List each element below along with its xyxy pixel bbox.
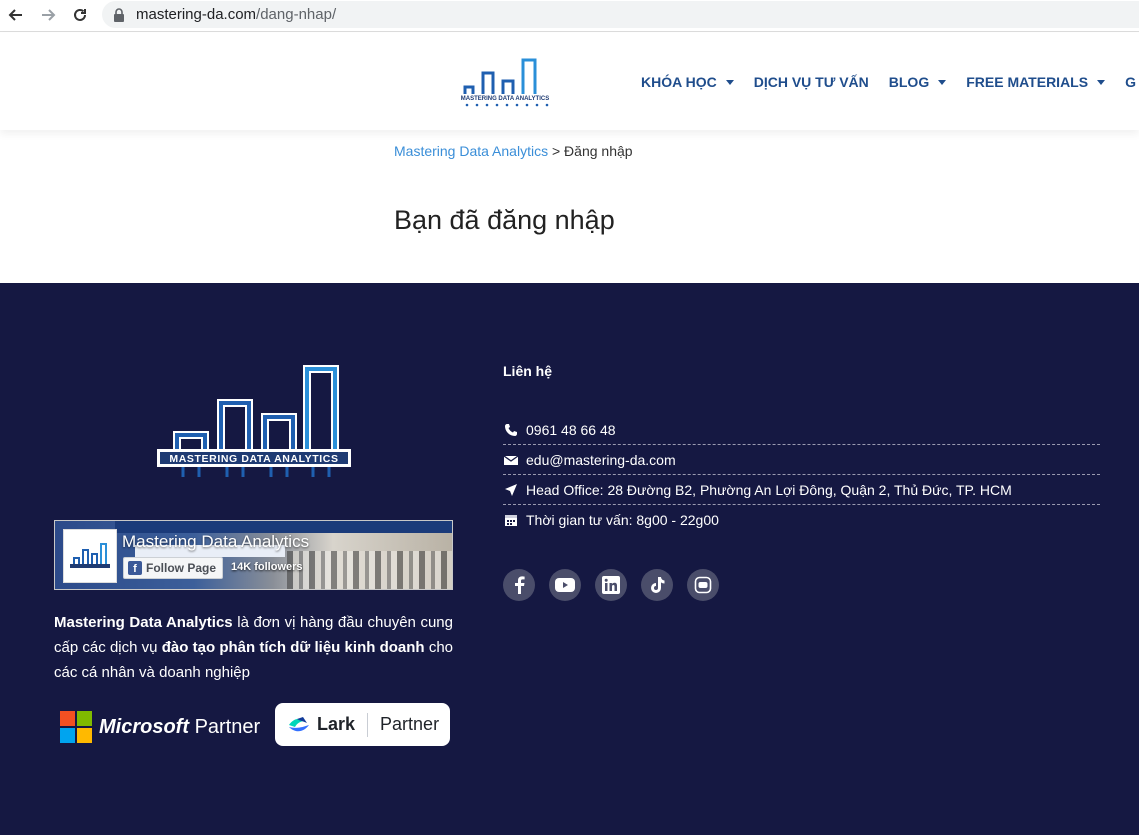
nav-label: G [1125,74,1136,90]
divider [367,712,369,737]
contact-address: Head Office: 28 Đường B2, Phường An Lợi … [503,475,1100,505]
microsoft-partner-word: Partner [194,715,261,738]
main-nav: KHÓA HỌC DỊCH VỤ TƯ VẤN BLOG FREE MATERI… [641,74,1139,90]
microsoft-partner-text: Microsoft Partner [99,716,260,739]
url-domain: mastering-da.com [136,6,257,23]
desc-brand: Mastering Data Analytics [54,614,233,631]
breadcrumb-current: Đăng nhập [564,143,633,159]
forward-button[interactable] [36,4,60,26]
nav-label: KHÓA HỌC [641,74,717,90]
back-button[interactable] [4,4,28,26]
nav-label: FREE MATERIALS [966,74,1089,90]
hours-text: Thời gian tư vấn: 8g00 - 22g00 [526,512,719,528]
breadcrumb-separator: > [551,143,561,159]
nav-item-khoa-hoc[interactable]: KHÓA HỌC [641,74,734,90]
phone-icon [503,422,519,438]
fb-cover-photo [287,551,452,589]
site-logo[interactable]: MASTERING DATA ANALYTICS [455,45,555,107]
footer-logo-text: MASTERING DATA ANALYTICS [169,453,338,465]
browser-toolbar: mastering-da.com/dang-nhap/ [0,0,1139,32]
nav-label: DỊCH VỤ TƯ VẤN [753,74,869,90]
contact-heading: Liên hệ [503,363,553,379]
nav-item-blog[interactable]: BLOG [888,74,947,90]
breadcrumb: Mastering Data Analytics > Đăng nhập [394,143,633,159]
tiktok-icon [651,577,665,593]
zalo-icon [694,576,712,594]
fb-page-avatar [63,529,117,583]
social-links [503,569,719,601]
lark-logo-icon [289,716,309,731]
contact-hours: Thời gian tư vấn: 8g00 - 22g00 [503,505,1100,535]
nav-item-truncated[interactable]: G [1125,74,1136,90]
address-text: Head Office: 28 Đường B2, Phường An Lợi … [526,481,1012,498]
facebook-icon [515,576,525,594]
zalo-link[interactable] [687,569,719,601]
fb-page-name[interactable]: Mastering Data Analytics [122,532,309,552]
youtube-link[interactable] [549,569,581,601]
contact-phone[interactable]: 0961 48 66 48 [503,415,1100,445]
footer-logo[interactable]: MASTERING DATA ANALYTICS [155,365,353,480]
lock-icon [114,8,124,22]
breadcrumb-home-link[interactable]: Mastering Data Analytics [394,143,548,159]
address-bar[interactable]: mastering-da.com/dang-nhap/ [102,1,1139,28]
back-arrow-icon [8,9,22,21]
location-arrow-icon [503,482,519,498]
reload-icon [74,8,86,21]
lark-word: Lark [317,714,356,734]
calendar-icon [503,512,519,528]
youtube-icon [555,578,575,592]
tiktok-link[interactable] [641,569,673,601]
lark-partner-badge: Lark Partner [275,703,450,746]
facebook-link[interactable] [503,569,535,601]
microsoft-partner-badge: Microsoft Partner [60,711,260,743]
contact-email[interactable]: edu@mastering-da.com [503,445,1100,475]
email-text: edu@mastering-da.com [526,451,676,468]
linkedin-link[interactable] [595,569,627,601]
phone-text: 0961 48 66 48 [526,421,616,438]
chevron-down-icon [725,79,734,85]
linkedin-icon [602,576,620,594]
footer-description: Mastering Data Analytics là đơn vị hàng … [54,610,453,685]
facebook-page-widget[interactable]: Mastering Data Analytics f Follow Page 1… [54,520,453,590]
page-title: Bạn đã đăng nhập [394,205,615,235]
email-icon [503,452,519,468]
logo-text: MASTERING DATA ANALYTICS [461,96,549,102]
chevron-down-icon [938,79,947,85]
contact-list: 0961 48 66 48 edu@mastering-da.com Head … [503,415,1100,535]
follow-page-button[interactable]: f Follow Page [123,557,224,579]
url-path: /dang-nhap/ [256,6,337,23]
follow-page-label: Follow Page [146,561,217,575]
microsoft-logo-icon [60,711,92,743]
footer: MASTERING DATA ANALYTICS Mastering Data … [0,283,1139,835]
facebook-f-icon: f [128,561,142,575]
fb-avatar-logo-icon [70,543,110,568]
microsoft-word: Microsoft [99,715,189,738]
desc-service: đào tạo phân tích dữ liệu kinh doanh [161,639,425,656]
nav-label: BLOG [888,74,930,90]
forward-arrow-icon [42,9,56,21]
reload-button[interactable] [68,4,92,26]
site-header: MASTERING DATA ANALYTICS KHÓA HỌC DỊCH V… [0,33,1139,130]
nav-item-dich-vu-tu-van[interactable]: DỊCH VỤ TƯ VẤN [754,74,869,90]
url-text: mastering-da.com/dang-nhap/ [136,6,336,23]
lark-partner-word: Partner [380,714,440,734]
nav-item-free-materials[interactable]: FREE MATERIALS [966,74,1106,90]
chevron-down-icon [1097,79,1106,85]
fb-followers-count: 14K followers [231,561,303,573]
